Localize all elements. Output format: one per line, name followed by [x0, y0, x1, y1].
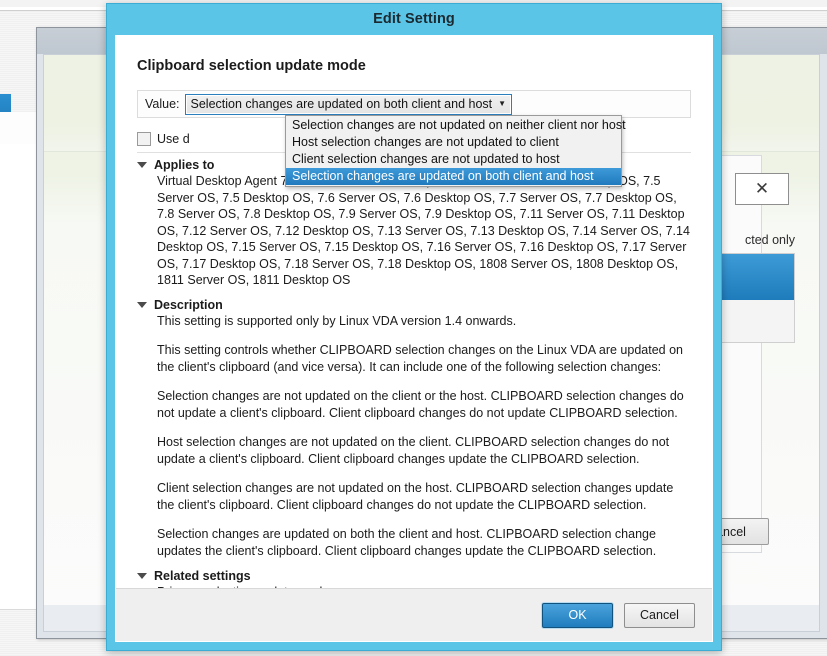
chevron-down-icon — [137, 573, 147, 579]
setting-title: Clipboard selection update mode — [137, 58, 366, 74]
description-paragraph: This setting is supported only by Linux … — [157, 313, 517, 328]
description-header[interactable]: Description — [137, 298, 691, 312]
screen: Studio Settings Users a Summa ✕ cted onl… — [0, 0, 827, 656]
related-settings-header[interactable]: Related settings — [137, 569, 691, 583]
applies-to-text: Virtual Desktop Agent 7.0 Server OS, 7.0… — [157, 174, 690, 287]
description-title: Description — [154, 297, 223, 312]
background-left-panel-upper — [0, 112, 37, 144]
description-paragraph: Selection changes are updated on both th… — [157, 527, 657, 558]
description-section: Description This setting is supported on… — [137, 298, 691, 560]
value-dropdown-popup[interactable]: Selection changes are not updated on nei… — [285, 115, 626, 187]
dropdown-option[interactable]: Selection changes are not updated on nei… — [286, 117, 626, 134]
close-icon[interactable]: ✕ — [735, 173, 789, 205]
chevron-down-icon — [137, 301, 147, 308]
related-settings-section: Related settings Primary selection updat… — [137, 569, 691, 588]
description-paragraph: Host selection changes are not updated o… — [157, 435, 670, 466]
background-left-panel — [0, 144, 37, 610]
description-paragraph: Client selection changes are not updated… — [157, 481, 674, 512]
value-dropdown-selected: Selection changes are updated on both cl… — [190, 97, 493, 111]
use-default-label-left: Use d — [157, 132, 190, 146]
value-dropdown[interactable]: Selection changes are updated on both cl… — [184, 93, 513, 115]
dropdown-option-selected[interactable]: Selection changes are updated on both cl… — [286, 168, 621, 185]
chevron-down-icon: ▼ — [498, 99, 507, 108]
description-paragraph: Selection changes are not updated on the… — [157, 389, 684, 420]
edit-setting-dialog: Edit Setting Clipboard selection update … — [106, 3, 722, 651]
value-label: Value: — [145, 97, 180, 111]
use-default-checkbox[interactable] — [137, 132, 151, 146]
description-body: This setting is supported only by Linux … — [137, 313, 691, 560]
chevron-down-icon — [137, 162, 147, 168]
dropdown-option[interactable]: Client selection changes are not updated… — [286, 151, 621, 168]
dialog-footer: OK Cancel — [116, 588, 712, 641]
applies-to-title: Applies to — [154, 158, 215, 172]
description-paragraph: This setting controls whether CLIPBOARD … — [157, 343, 683, 374]
value-row: Value: Selection changes are updated on … — [137, 90, 691, 118]
wizard-filter-label: cted only — [744, 233, 795, 247]
cancel-button[interactable]: Cancel — [624, 602, 695, 628]
ok-button[interactable]: OK — [542, 602, 613, 628]
applies-to-body: Virtual Desktop Agent 7.0 Server OS, 7.0… — [137, 173, 691, 289]
dropdown-option[interactable]: Host selection changes are not updated t… — [286, 134, 621, 151]
dialog-title: Edit Setting — [373, 11, 455, 27]
related-settings-title: Related settings — [154, 569, 251, 583]
